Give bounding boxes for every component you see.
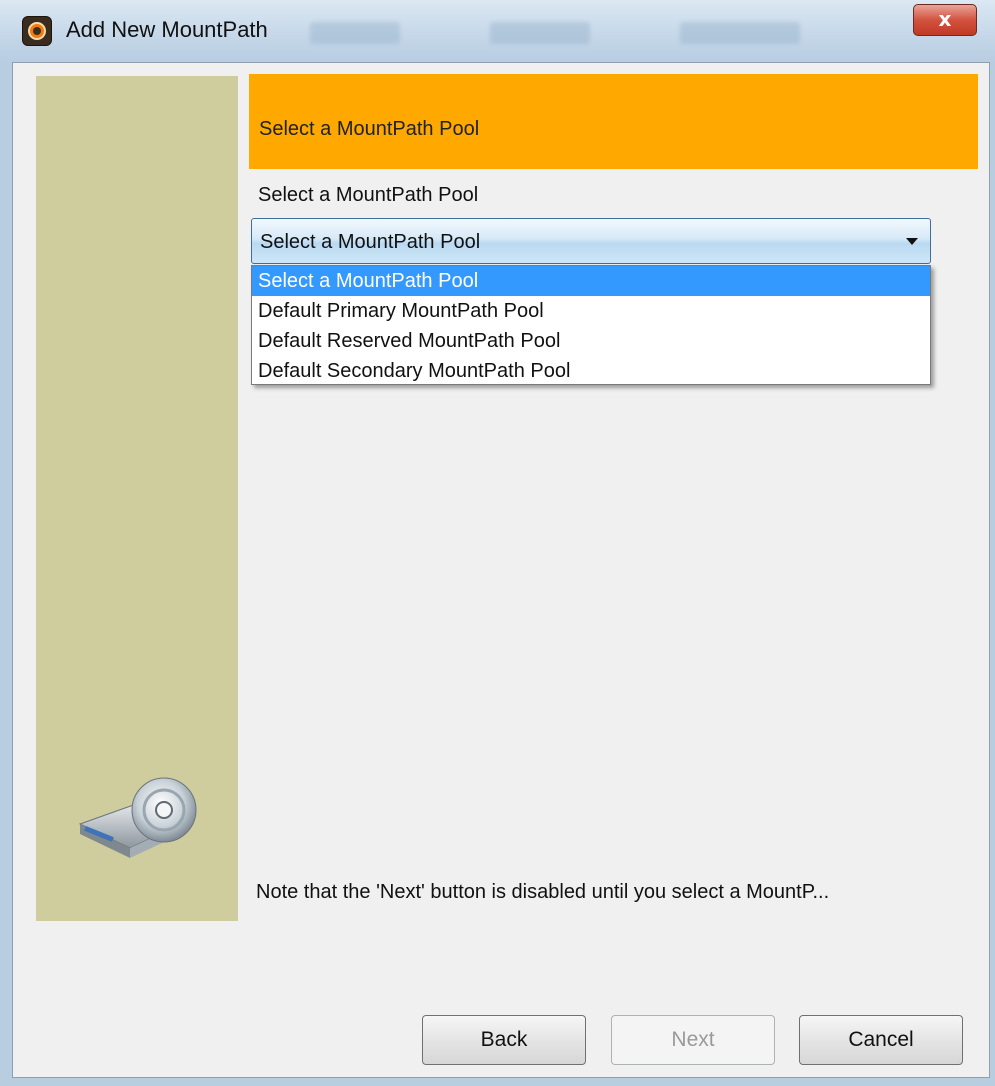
dialog-content: Select a MountPath Pool Select a MountPa… (12, 62, 990, 1078)
next-button[interactable]: Next (611, 1015, 775, 1065)
pool-option[interactable]: Default Reserved MountPath Pool (252, 326, 930, 356)
cancel-button[interactable]: Cancel (799, 1015, 963, 1065)
chevron-down-icon[interactable] (906, 238, 918, 245)
pool-option[interactable]: Select a MountPath Pool (252, 266, 930, 296)
side-panel (36, 76, 238, 921)
title-bar[interactable]: Add New MountPath x (0, 0, 995, 62)
disk-drive-icon (78, 777, 197, 858)
dialog-window: Add New MountPath x Select a MountPath P… (0, 0, 995, 1086)
pool-option[interactable]: Default Primary MountPath Pool (252, 296, 930, 326)
back-button[interactable]: Back (422, 1015, 586, 1065)
window-title: Add New MountPath (66, 17, 268, 42)
background-tabs (300, 16, 880, 50)
wizard-header-title: Select a MountPath Pool (259, 118, 480, 140)
close-button[interactable]: x (913, 4, 977, 36)
pool-select-value: Select a MountPath Pool (260, 231, 481, 253)
app-logo-icon (22, 16, 52, 46)
pool-select-dropdown[interactable]: Select a MountPath Pool (251, 218, 931, 264)
pool-select-label: Select a MountPath Pool (258, 184, 479, 206)
next-disabled-note: Note that the 'Next' button is disabled … (256, 881, 830, 903)
pool-option[interactable]: Default Secondary MountPath Pool (252, 356, 930, 386)
wizard-header: Select a MountPath Pool (249, 74, 978, 169)
pool-options-list: Select a MountPath Pool Default Primary … (251, 265, 931, 385)
